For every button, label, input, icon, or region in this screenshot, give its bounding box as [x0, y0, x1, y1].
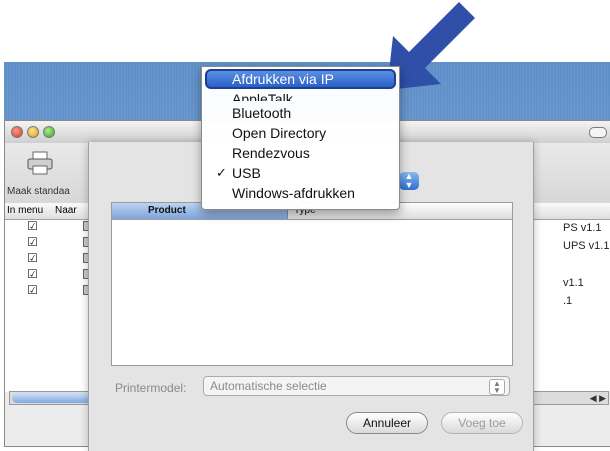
printer-model-select[interactable]: Automatische selectie ▲ ▼	[203, 376, 510, 396]
checkbox-icon[interactable]: ☑	[27, 236, 39, 248]
menu-item-rendezvous[interactable]: Rendezvous	[202, 144, 399, 162]
zoom-window-button[interactable]	[43, 126, 55, 138]
checkbox-icon[interactable]: ☑	[27, 252, 39, 264]
scrollbar-thumb[interactable]	[12, 393, 92, 403]
checkbox-icon[interactable]: ☑	[27, 268, 39, 280]
menu-item-label: Bluetooth	[232, 105, 292, 121]
column-name[interactable]: Naar	[55, 205, 77, 216]
menu-item-open-directory[interactable]: Open Directory	[202, 124, 399, 142]
menu-item-label: AppleTalk	[232, 91, 293, 101]
menu-item-bluetooth[interactable]: Bluetooth	[202, 104, 399, 122]
menu-item-label: Afdrukken via IP	[232, 71, 334, 87]
make-default-button-label[interactable]: Maak standaa	[7, 186, 70, 197]
printer-table[interactable]: Product Type	[111, 202, 513, 366]
cancel-button[interactable]: Annuleer	[346, 412, 428, 434]
menu-item-label: Windows-afdrukken	[232, 185, 355, 201]
printer-kind-text: v1.1	[563, 277, 584, 289]
printer-kind-text: UPS v1.1	[563, 240, 610, 252]
checkbox-icon[interactable]: ☑	[27, 284, 39, 296]
scroll-arrows-icon[interactable]: ◀ ▶	[590, 392, 606, 404]
close-window-button[interactable]	[11, 126, 23, 138]
menu-item-usb[interactable]: ✓ USB	[202, 164, 399, 182]
connection-type-menu: Afdrukken via IP AppleTalk Bluetooth Ope…	[201, 66, 400, 210]
printer-kind-text: PS v1.1	[563, 222, 602, 234]
printer-model-value: Automatische selectie	[210, 379, 327, 393]
add-button[interactable]: Voeg toe	[441, 412, 523, 434]
printer-model-label: Printermodel:	[115, 381, 187, 395]
chevron-updown-icon: ▲ ▼	[489, 379, 505, 395]
menu-item-ip-printing[interactable]: Afdrukken via IP	[205, 69, 396, 89]
checkmark-icon: ✓	[216, 165, 227, 180]
menu-item-appletalk[interactable]: AppleTalk	[202, 89, 399, 101]
menu-item-windows-printing[interactable]: Windows-afdrukken	[202, 184, 399, 202]
minimize-window-button[interactable]	[27, 126, 39, 138]
printer-kind-text: .1	[563, 295, 573, 307]
toolbar-toggle-button[interactable]	[589, 127, 607, 138]
checkbox-icon[interactable]: ☑	[27, 220, 39, 232]
menu-item-label: USB	[232, 165, 261, 181]
printer-icon[interactable]	[27, 151, 53, 175]
column-in-menu[interactable]: In menu	[7, 205, 43, 216]
menu-item-label: Rendezvous	[232, 145, 310, 161]
menu-item-label: Open Directory	[232, 125, 327, 141]
chevron-updown-icon[interactable]: ▲ ▼	[399, 172, 419, 190]
